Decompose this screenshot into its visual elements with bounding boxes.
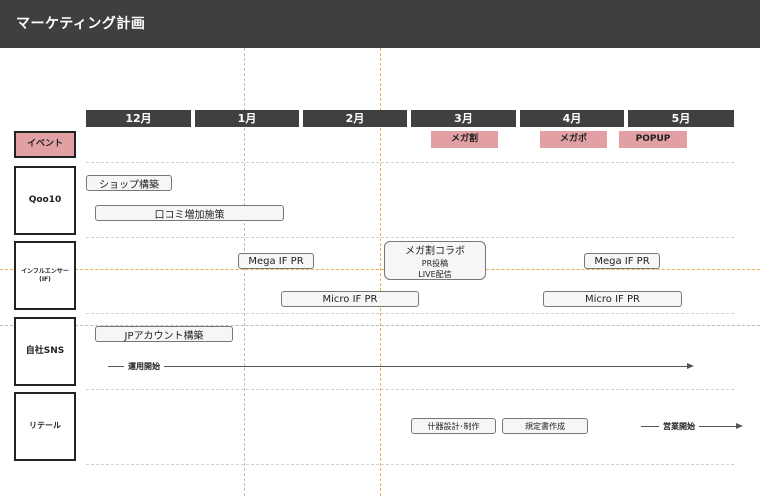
event-mega-sale: メガ割 (431, 131, 498, 148)
row-label-qoo10: Qoo10 (14, 166, 76, 235)
task-shop-build: ショップ構築 (86, 175, 172, 191)
task-micro-if-pr: Micro IF PR (543, 291, 682, 307)
row-label-retail: リテール (14, 392, 76, 461)
row-divider (86, 162, 734, 163)
label-operation-start: 運用開始 (124, 361, 164, 372)
task-review-increase: 口コミ増加施策 (95, 205, 284, 221)
collab-pr-post: PR投稿 (421, 259, 449, 268)
page-title: マーケティング計画 (16, 16, 146, 32)
task-mega-if-pr: Mega IF PR (584, 253, 660, 269)
row-divider (86, 313, 734, 314)
row-divider (86, 389, 734, 390)
row-label-influencer-line1: インフルエンサー (21, 267, 69, 275)
header-bar: マーケティング計画 (0, 0, 760, 48)
task-jp-account: JPアカウント構築 (95, 326, 233, 342)
task-mega-sale-collab: メガ割コラボ PR投稿 LIVE配信 (384, 241, 486, 280)
row-label-sns: 自社SNS (14, 317, 76, 386)
guide-line-horizontal (0, 269, 760, 270)
month-jan: 1月 (195, 110, 299, 127)
label-sales-start: 営業開始 (659, 421, 699, 432)
task-micro-if-pr: Micro IF PR (281, 291, 419, 307)
row-divider (86, 237, 734, 238)
month-may: 5月 (628, 110, 734, 127)
month-apr: 4月 (520, 110, 624, 127)
event-popup: POPUP (619, 131, 687, 148)
row-divider (86, 464, 734, 465)
month-feb: 2月 (303, 110, 407, 127)
event-megapo: メガポ (540, 131, 607, 148)
arrow-head-icon (736, 423, 743, 429)
task-fixtures: 什器設計･制作 (411, 418, 496, 434)
timeline-arrow-line (108, 366, 687, 367)
row-label-event: イベント (14, 131, 76, 158)
task-mega-if-pr: Mega IF PR (238, 253, 314, 269)
row-label-influencer-line2: (IF) (39, 275, 51, 283)
collab-live: LIVE配信 (418, 270, 452, 279)
row-label-influencer: インフルエンサー (IF) (14, 241, 76, 310)
task-regulation: 規定書作成 (502, 418, 588, 434)
arrow-head-icon (687, 363, 694, 369)
month-dec: 12月 (86, 110, 191, 127)
collab-title: メガ割コラボ (405, 246, 465, 257)
month-mar: 3月 (411, 110, 516, 127)
